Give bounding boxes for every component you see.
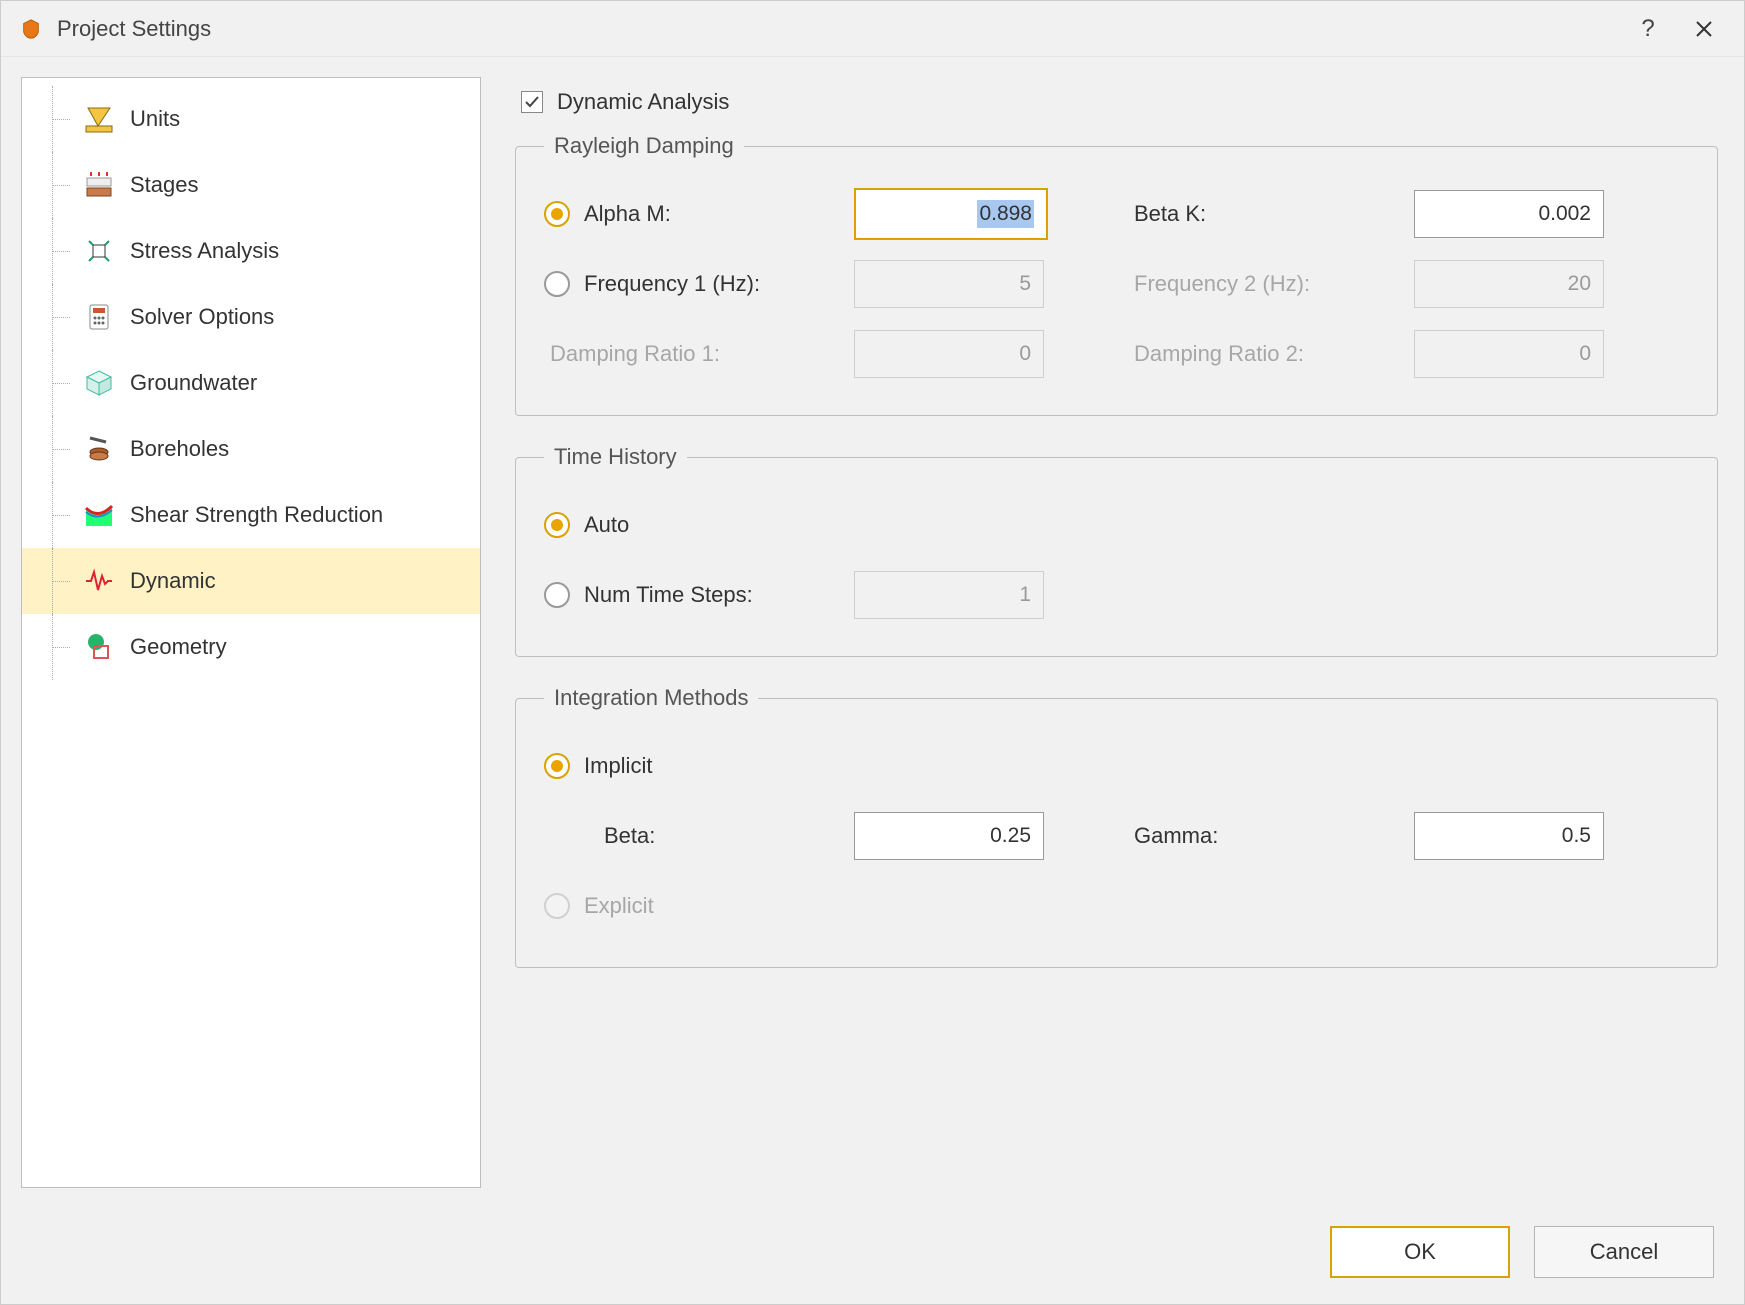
sidebar-item-stress-analysis[interactable]: Stress Analysis	[22, 218, 480, 284]
explicit-label: Explicit	[584, 893, 654, 919]
damping2-label-cell: Damping Ratio 2:	[1134, 341, 1414, 367]
sidebar-item-label: Stages	[130, 172, 199, 198]
implicit-radio[interactable]: Implicit	[544, 753, 854, 779]
alpha-m-input[interactable]: 0.898	[854, 188, 1048, 240]
sidebar-item-label: Geometry	[130, 634, 227, 660]
checkbox-checked-icon	[521, 91, 543, 113]
alpha-m-label: Alpha M:	[584, 201, 671, 227]
time-history-group: Time History Auto Num Time Steps:	[515, 444, 1718, 657]
borehole-icon	[82, 432, 116, 466]
auto-label: Auto	[584, 512, 629, 538]
sidebar-item-boreholes[interactable]: Boreholes	[22, 416, 480, 482]
ssr-icon	[82, 498, 116, 532]
num-time-steps-label: Num Time Steps:	[584, 582, 753, 608]
sidebar-item-label: Solver Options	[130, 304, 274, 330]
project-settings-dialog: Project Settings ? Units Stages	[0, 0, 1745, 1305]
integration-methods-group: Integration Methods Implicit Beta:	[515, 685, 1718, 968]
sidebar-item-dynamic[interactable]: Dynamic	[22, 548, 480, 614]
stages-icon	[82, 168, 116, 202]
dynamic-analysis-label: Dynamic Analysis	[557, 89, 729, 115]
freq2-input	[1414, 260, 1604, 308]
cube-water-icon	[82, 366, 116, 400]
radio-unchecked-icon	[544, 582, 570, 608]
num-time-steps-input	[854, 571, 1044, 619]
auto-radio[interactable]: Auto	[544, 512, 854, 538]
damping2-label: Damping Ratio 2:	[1134, 341, 1304, 367]
gamma-label: Gamma:	[1134, 823, 1218, 849]
damping2-input	[1414, 330, 1604, 378]
sidebar-item-units[interactable]: Units	[22, 86, 480, 152]
sidebar-item-label: Groundwater	[130, 370, 257, 396]
calculator-icon	[82, 300, 116, 334]
dynamic-analysis-checkbox-row[interactable]: Dynamic Analysis	[521, 89, 1724, 115]
sidebar-item-label: Shear Strength Reduction	[130, 502, 383, 528]
help-button[interactable]: ?	[1620, 1, 1676, 57]
ruler-icon	[82, 102, 116, 136]
radio-checked-icon	[544, 753, 570, 779]
radio-unchecked-icon	[544, 271, 570, 297]
geometry-icon	[82, 630, 116, 664]
dialog-body: Units Stages Stress Analysis	[1, 57, 1744, 1208]
app-icon	[19, 17, 43, 41]
dialog-footer: OK Cancel	[1, 1208, 1744, 1304]
settings-sidebar: Units Stages Stress Analysis	[21, 77, 481, 1188]
alpha-m-radio[interactable]: Alpha M:	[544, 201, 854, 227]
sidebar-item-label: Units	[130, 106, 180, 132]
sidebar-item-ssr[interactable]: Shear Strength Reduction	[22, 482, 480, 548]
rayleigh-damping-group: Rayleigh Damping Alpha M: 0.898 Beta K:	[515, 133, 1718, 416]
sidebar-item-label: Boreholes	[130, 436, 229, 462]
window-title: Project Settings	[57, 16, 1620, 42]
titlebar: Project Settings ?	[1, 1, 1744, 57]
integration-legend: Integration Methods	[544, 685, 758, 711]
explicit-radio: Explicit	[544, 893, 854, 919]
waveform-icon	[82, 564, 116, 598]
freq1-label: Frequency 1 (Hz):	[584, 271, 760, 297]
beta-label: Beta:	[604, 823, 655, 849]
freq2-label-cell: Frequency 2 (Hz):	[1134, 271, 1414, 297]
sidebar-item-geometry[interactable]: Geometry	[22, 614, 480, 680]
sidebar-item-solver-options[interactable]: Solver Options	[22, 284, 480, 350]
sidebar-item-stages[interactable]: Stages	[22, 152, 480, 218]
time-history-legend: Time History	[544, 444, 687, 470]
radio-disabled-icon	[544, 893, 570, 919]
damping1-label-cell: Damping Ratio 1:	[544, 341, 854, 367]
radio-checked-icon	[544, 512, 570, 538]
freq1-input	[854, 260, 1044, 308]
beta-k-label: Beta K:	[1134, 201, 1206, 227]
freq1-radio[interactable]: Frequency 1 (Hz):	[544, 271, 854, 297]
gamma-input[interactable]	[1414, 812, 1604, 860]
beta-k-input[interactable]	[1414, 190, 1604, 238]
sidebar-item-label: Stress Analysis	[130, 238, 279, 264]
radio-checked-icon	[544, 201, 570, 227]
beta-k-label-cell: Beta K:	[1134, 201, 1414, 227]
beta-label-cell: Beta:	[544, 823, 854, 849]
ok-button[interactable]: OK	[1330, 1226, 1510, 1278]
num-time-steps-radio[interactable]: Num Time Steps:	[544, 582, 854, 608]
gamma-label-cell: Gamma:	[1134, 823, 1414, 849]
rayleigh-legend: Rayleigh Damping	[544, 133, 744, 159]
implicit-label: Implicit	[584, 753, 652, 779]
dynamic-panel: Dynamic Analysis Rayleigh Damping Alpha …	[509, 77, 1724, 1188]
sidebar-item-groundwater[interactable]: Groundwater	[22, 350, 480, 416]
cancel-button[interactable]: Cancel	[1534, 1226, 1714, 1278]
freq2-label: Frequency 2 (Hz):	[1134, 271, 1310, 297]
sidebar-item-label: Dynamic	[130, 568, 216, 594]
close-button[interactable]	[1676, 1, 1732, 57]
damping1-label: Damping Ratio 1:	[550, 341, 720, 367]
stress-icon	[82, 234, 116, 268]
damping1-input	[854, 330, 1044, 378]
beta-input[interactable]	[854, 812, 1044, 860]
